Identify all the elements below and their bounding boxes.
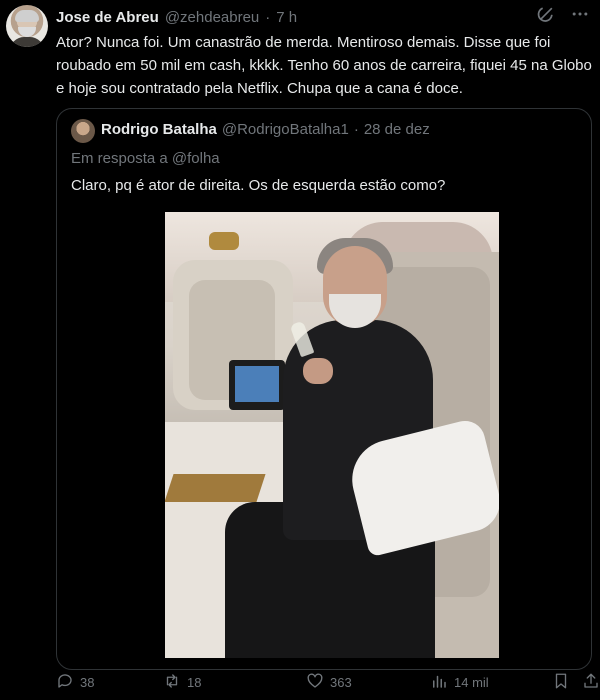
views-count: 14 mil (454, 674, 489, 690)
avatar-beard (18, 27, 36, 37)
avatar-shirt (10, 37, 44, 47)
quoted-header: Rodrigo Batalha @RodrigoBatalha1 · 28 de… (101, 121, 430, 138)
photo-gold-trim (209, 232, 239, 250)
tweet-time[interactable]: 7 h (276, 9, 297, 26)
reply-button[interactable]: 38 (56, 670, 94, 694)
share-button[interactable] (582, 670, 600, 694)
author-avatar[interactable] (6, 5, 48, 47)
bookmark-icon (552, 672, 570, 693)
like-button[interactable]: 363 (306, 670, 352, 694)
photo-tray (165, 474, 266, 502)
quoted-photo[interactable] (165, 212, 499, 658)
like-icon (306, 672, 324, 693)
retweet-icon (163, 672, 181, 693)
like-count: 363 (330, 674, 352, 690)
tweet-actions: 38 18 363 14 mil (56, 670, 600, 700)
quoted-text: Claro, pq é ator de direita. Os de esque… (71, 177, 446, 194)
author-name[interactable]: Jose de Abreu (56, 9, 159, 26)
tweet-text: Ator? Nunca foi. Um canastrão de merda. … (56, 34, 592, 97)
quoted-author-handle: @RodrigoBatalha1 (221, 121, 349, 138)
views-button[interactable]: 14 mil (430, 670, 489, 694)
tweet-header: Jose de Abreu @zehdeabreu · 7 h (56, 6, 297, 28)
avatar-hair (15, 10, 39, 22)
photo-hand (303, 358, 333, 384)
views-icon (430, 672, 448, 693)
reply-icon (56, 672, 74, 693)
more-icon[interactable] (570, 4, 590, 29)
bookmark-button[interactable] (552, 670, 570, 694)
quoted-tweet[interactable]: Rodrigo Batalha @RodrigoBatalha1 · 28 de… (56, 108, 592, 670)
author-handle[interactable]: @zehdeabreu (165, 9, 259, 26)
retweet-count: 18 (187, 674, 202, 690)
quoted-avatar[interactable] (71, 119, 95, 143)
tweet[interactable]: Jose de Abreu @zehdeabreu · 7 h Ator? Nu… (0, 0, 600, 700)
quoted-separator: · (353, 121, 359, 138)
photo-screen-display (235, 366, 279, 402)
share-icon (582, 672, 600, 693)
quoted-author-name: Rodrigo Batalha (101, 121, 217, 138)
retweet-button[interactable]: 18 (163, 670, 201, 694)
header-separator: · (265, 8, 271, 26)
grok-icon[interactable] (536, 4, 556, 29)
quoted-date: 28 de dez (363, 121, 430, 138)
tweet-top-actions (536, 4, 590, 29)
reply-count: 38 (80, 674, 95, 690)
quoted-reply-context: Em resposta a @folha (71, 150, 220, 167)
